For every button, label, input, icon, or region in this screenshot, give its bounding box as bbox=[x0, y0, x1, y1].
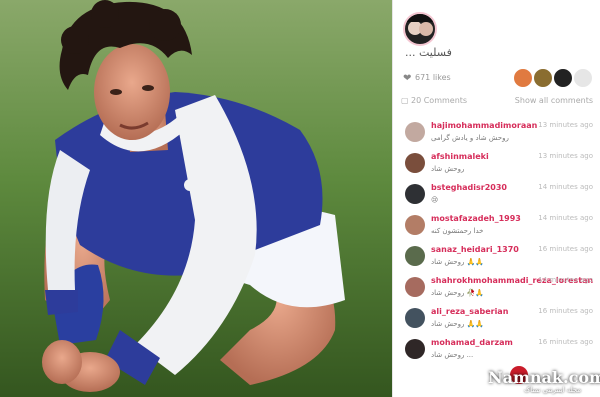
post-caption: ... فسلیت bbox=[405, 46, 452, 59]
comment-time: 13 minutes ago bbox=[538, 152, 593, 160]
comment-count: 20 Comments bbox=[411, 96, 468, 105]
comment-list: hajimohammadimoraan روحش شاد و یادش گرام… bbox=[401, 118, 593, 366]
heart-icon[interactable]: ❤ bbox=[403, 73, 411, 84]
commenter-username[interactable]: ali_reza_saberian bbox=[431, 307, 508, 316]
commenter-avatar[interactable] bbox=[405, 153, 425, 173]
watermark-subtitle: مجله اینترنتی نمناک bbox=[524, 386, 582, 394]
commenter-avatar[interactable] bbox=[405, 184, 425, 204]
comment-text: روحش شاد ... bbox=[431, 351, 474, 359]
commenter-avatar[interactable] bbox=[405, 308, 425, 328]
comment-text: روحش شاد bbox=[431, 165, 465, 173]
post-photo[interactable] bbox=[0, 0, 392, 397]
comment-time: 16 minutes ago bbox=[538, 245, 593, 253]
comment-item: mohamad_darzam روحش شاد ... 16 minutes a… bbox=[401, 335, 593, 366]
comment-text: روحش شاد 🥀🙏 bbox=[431, 289, 485, 297]
site-watermark: Namnak.com مجله اینترنتی نمناک bbox=[480, 364, 600, 394]
liker-avatar[interactable] bbox=[533, 68, 553, 88]
liker-avatar[interactable] bbox=[513, 68, 533, 88]
comment-time: 16 minutes ago bbox=[538, 307, 593, 315]
post-header: ... فسلیت bbox=[403, 10, 593, 60]
comment-text: روحش شاد 🙏🙏 bbox=[431, 258, 485, 266]
comment-item: sanaz_heidari_1370 روحش شاد 🙏🙏 16 minute… bbox=[401, 242, 593, 273]
commenter-username[interactable]: bsteghadisr2030 bbox=[431, 183, 507, 192]
liker-avatar[interactable] bbox=[573, 68, 593, 88]
profile-avatar[interactable] bbox=[403, 12, 437, 46]
commenter-avatar[interactable] bbox=[405, 122, 425, 142]
comment-item: shahrokhmohammadi_reza_lorestan روحش شاد… bbox=[401, 273, 593, 304]
comment-time: 13 minutes ago bbox=[538, 121, 593, 129]
comment-time: 14 minutes ago bbox=[538, 214, 593, 222]
comment-time: 14 minutes ago bbox=[538, 276, 593, 284]
show-all-comments-link[interactable]: Show all comments bbox=[515, 96, 593, 105]
commenter-avatar[interactable] bbox=[405, 215, 425, 235]
comment-text: 😢 bbox=[431, 196, 439, 204]
comment-item: hajimohammadimoraan روحش شاد و یادش گرام… bbox=[401, 118, 593, 149]
comment-icon[interactable]: ▢ bbox=[401, 96, 409, 105]
post-panel: ... فسلیت ❤ 671 likes ▢ 20 Comments Show… bbox=[392, 0, 600, 397]
commenter-avatar[interactable] bbox=[405, 339, 425, 359]
comment-item: afshinmaleki روحش شاد 13 minutes ago bbox=[401, 149, 593, 180]
commenter-username[interactable]: mohamad_darzam bbox=[431, 338, 513, 347]
comment-item: ali_reza_saberian روحش شاد 🙏🙏 16 minutes… bbox=[401, 304, 593, 335]
comment-text: روحش شاد و یادش گرامی bbox=[431, 134, 509, 142]
comment-item: mostafazadeh_1993 خدا رحمتشون کنه 14 min… bbox=[401, 211, 593, 242]
likes-row: ❤ 671 likes bbox=[401, 66, 595, 92]
comment-time: 14 minutes ago bbox=[538, 183, 593, 191]
comment-text: روحش شاد 🙏🙏 bbox=[431, 320, 485, 328]
commenter-username[interactable]: sanaz_heidari_1370 bbox=[431, 245, 519, 254]
liker-avatar[interactable] bbox=[553, 68, 573, 88]
watermark-name: Namnak.com bbox=[488, 368, 600, 387]
commenter-avatar[interactable] bbox=[405, 277, 425, 297]
likes-count[interactable]: 671 likes bbox=[415, 73, 451, 82]
commenter-username[interactable]: afshinmaleki bbox=[431, 152, 489, 161]
comment-time: 16 minutes ago bbox=[538, 338, 593, 346]
commenter-username[interactable]: mostafazadeh_1993 bbox=[431, 214, 521, 223]
comments-bar: ▢ 20 Comments Show all comments bbox=[401, 96, 593, 110]
comment-text: خدا رحمتشون کنه bbox=[431, 227, 484, 235]
player-photo bbox=[0, 0, 392, 397]
commenter-username[interactable]: hajimohammadimoraan bbox=[431, 121, 537, 130]
commenter-avatar[interactable] bbox=[405, 246, 425, 266]
comment-item: bsteghadisr2030 😢 14 minutes ago bbox=[401, 180, 593, 211]
